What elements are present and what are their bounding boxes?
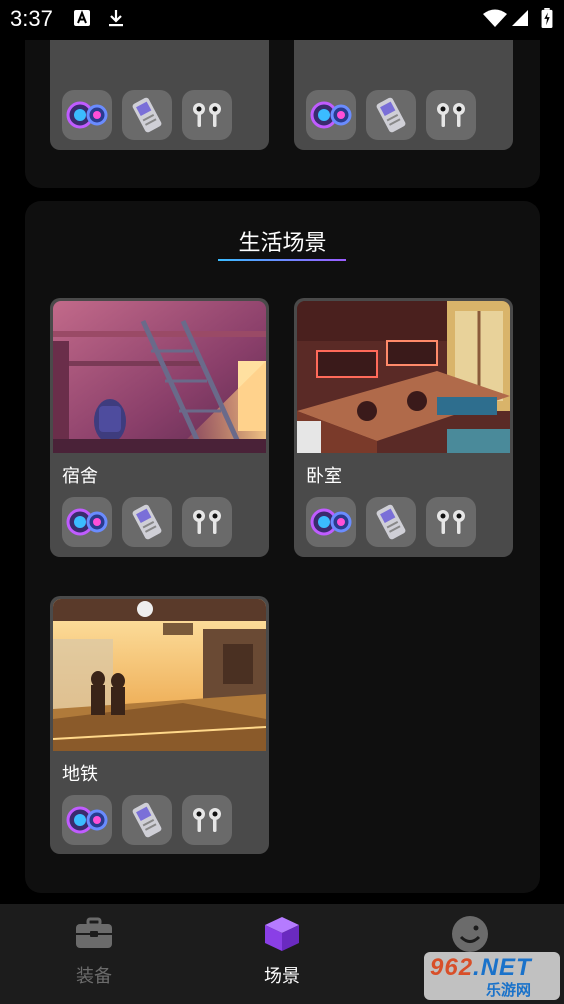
earbuds-gear-icon bbox=[182, 90, 232, 140]
tab-equipment[interactable]: 装备 bbox=[0, 904, 188, 1004]
lens-gear-icon bbox=[62, 497, 112, 547]
lens-gear-icon bbox=[306, 90, 356, 140]
scene-name-bedroom: 卧室 bbox=[306, 466, 342, 487]
player-gear-icon bbox=[122, 795, 172, 845]
watermark-subtitle: 乐游网 bbox=[486, 981, 532, 999]
player-gear-icon bbox=[122, 90, 172, 140]
title-underline bbox=[218, 259, 346, 261]
battery-icon bbox=[541, 8, 553, 28]
earbuds-gear-icon bbox=[426, 90, 476, 140]
watermark-net: .NET bbox=[473, 954, 532, 981]
tab-scenes[interactable]: 场景 bbox=[188, 904, 376, 1004]
player-gear-icon bbox=[122, 497, 172, 547]
scene-list[interactable]: 生活场景 宿舍 卧室 地铁 bbox=[0, 40, 564, 904]
lens-gear-icon bbox=[62, 795, 112, 845]
bedroom-scene-image bbox=[297, 301, 510, 453]
tab-scenes-label: 场景 bbox=[264, 966, 300, 987]
gear-row bbox=[62, 497, 232, 547]
earbuds-gear-icon bbox=[182, 497, 232, 547]
gear-row bbox=[62, 795, 232, 845]
scene-card-subway[interactable]: 地铁 bbox=[50, 596, 269, 854]
player-gear-icon bbox=[366, 90, 416, 140]
previous-scene-section bbox=[25, 40, 540, 188]
scene-card-prev-2[interactable] bbox=[294, 40, 513, 150]
site-watermark: 962.NET 乐游网 bbox=[424, 952, 560, 1000]
subway-scene-image bbox=[53, 599, 266, 751]
download-icon bbox=[109, 10, 123, 27]
watermark-number: 962 bbox=[430, 954, 474, 981]
cube-icon bbox=[265, 917, 299, 951]
earbuds-gear-icon bbox=[426, 497, 476, 547]
scene-card-prev-1[interactable] bbox=[50, 40, 269, 150]
tab-equipment-label: 装备 bbox=[76, 966, 112, 987]
lens-gear-icon bbox=[306, 497, 356, 547]
scene-name-dorm: 宿舍 bbox=[62, 466, 98, 487]
section-title: 生活场景 bbox=[238, 231, 327, 256]
player-gear-icon bbox=[366, 497, 416, 547]
status-bar: 3:37 bbox=[0, 0, 564, 40]
earbuds-gear-icon bbox=[182, 795, 232, 845]
gear-row bbox=[306, 90, 476, 140]
watermark-logo: 962.NET bbox=[430, 954, 532, 982]
dorm-scene-image bbox=[53, 301, 266, 453]
scene-card-bedroom[interactable]: 卧室 bbox=[294, 298, 513, 557]
life-scene-section: 生活场景 宿舍 卧室 地铁 bbox=[25, 201, 540, 893]
status-time: 3:37 bbox=[10, 6, 53, 31]
wifi-icon bbox=[483, 9, 507, 27]
briefcase-icon bbox=[76, 917, 112, 948]
scene-name-subway: 地铁 bbox=[62, 764, 98, 785]
lens-gear-icon bbox=[62, 90, 112, 140]
signal-icon bbox=[512, 10, 528, 26]
smiley-icon bbox=[452, 916, 488, 952]
gear-row bbox=[306, 497, 476, 547]
a-box-icon bbox=[74, 10, 90, 26]
scene-card-dorm[interactable]: 宿舍 bbox=[50, 298, 269, 557]
gear-row bbox=[62, 90, 232, 140]
